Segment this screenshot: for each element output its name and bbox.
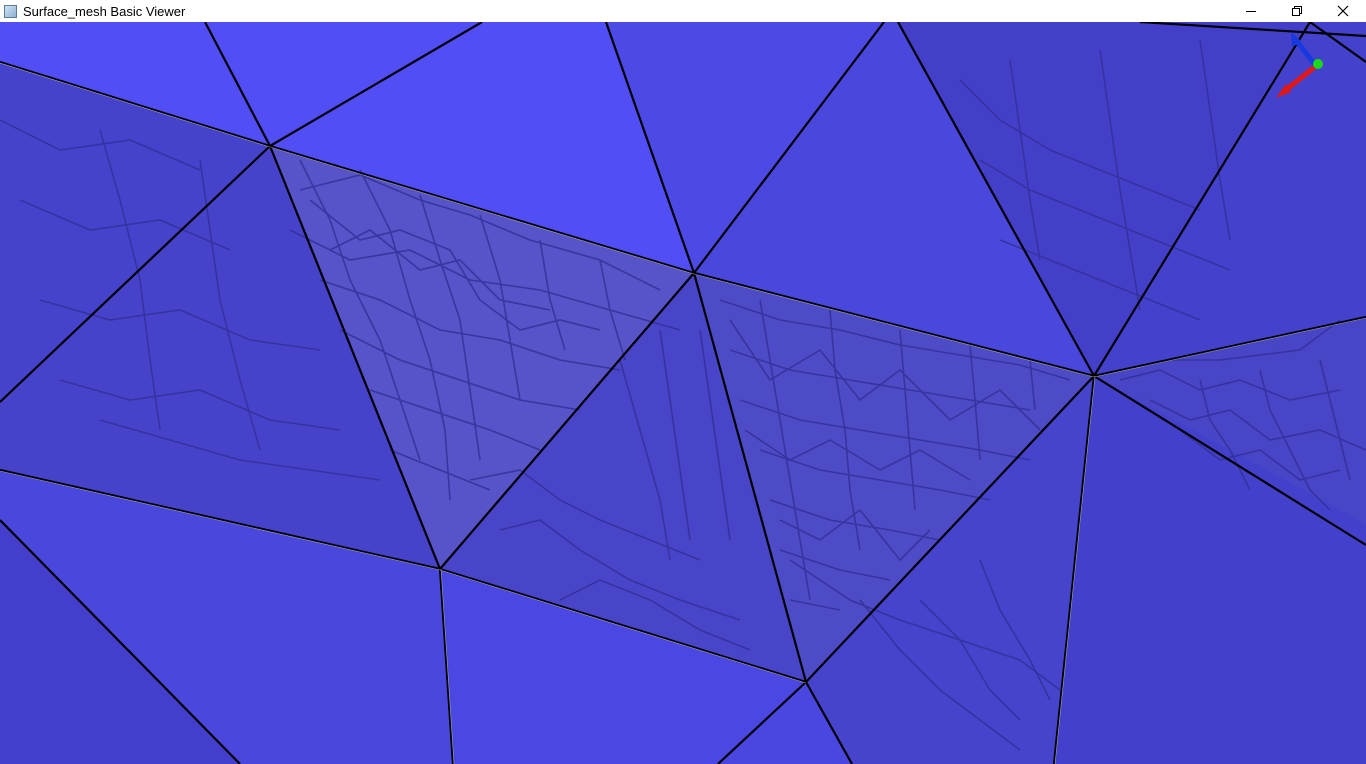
window-title: Surface_mesh Basic Viewer — [23, 3, 186, 19]
mesh-faces — [0, 22, 1366, 764]
mesh-render — [0, 22, 1366, 764]
minimize-icon — [1246, 11, 1256, 12]
3d-viewport[interactable] — [0, 22, 1366, 764]
axis-y — [1313, 59, 1323, 69]
title-bar[interactable]: Surface_mesh Basic Viewer — [0, 0, 1366, 22]
window-controls — [1228, 0, 1366, 22]
close-icon — [1337, 5, 1349, 17]
close-button[interactable] — [1320, 0, 1366, 22]
app-icon — [4, 4, 17, 18]
restore-button[interactable] — [1274, 0, 1320, 22]
restore-icon — [1292, 6, 1302, 16]
minimize-button[interactable] — [1228, 0, 1274, 22]
